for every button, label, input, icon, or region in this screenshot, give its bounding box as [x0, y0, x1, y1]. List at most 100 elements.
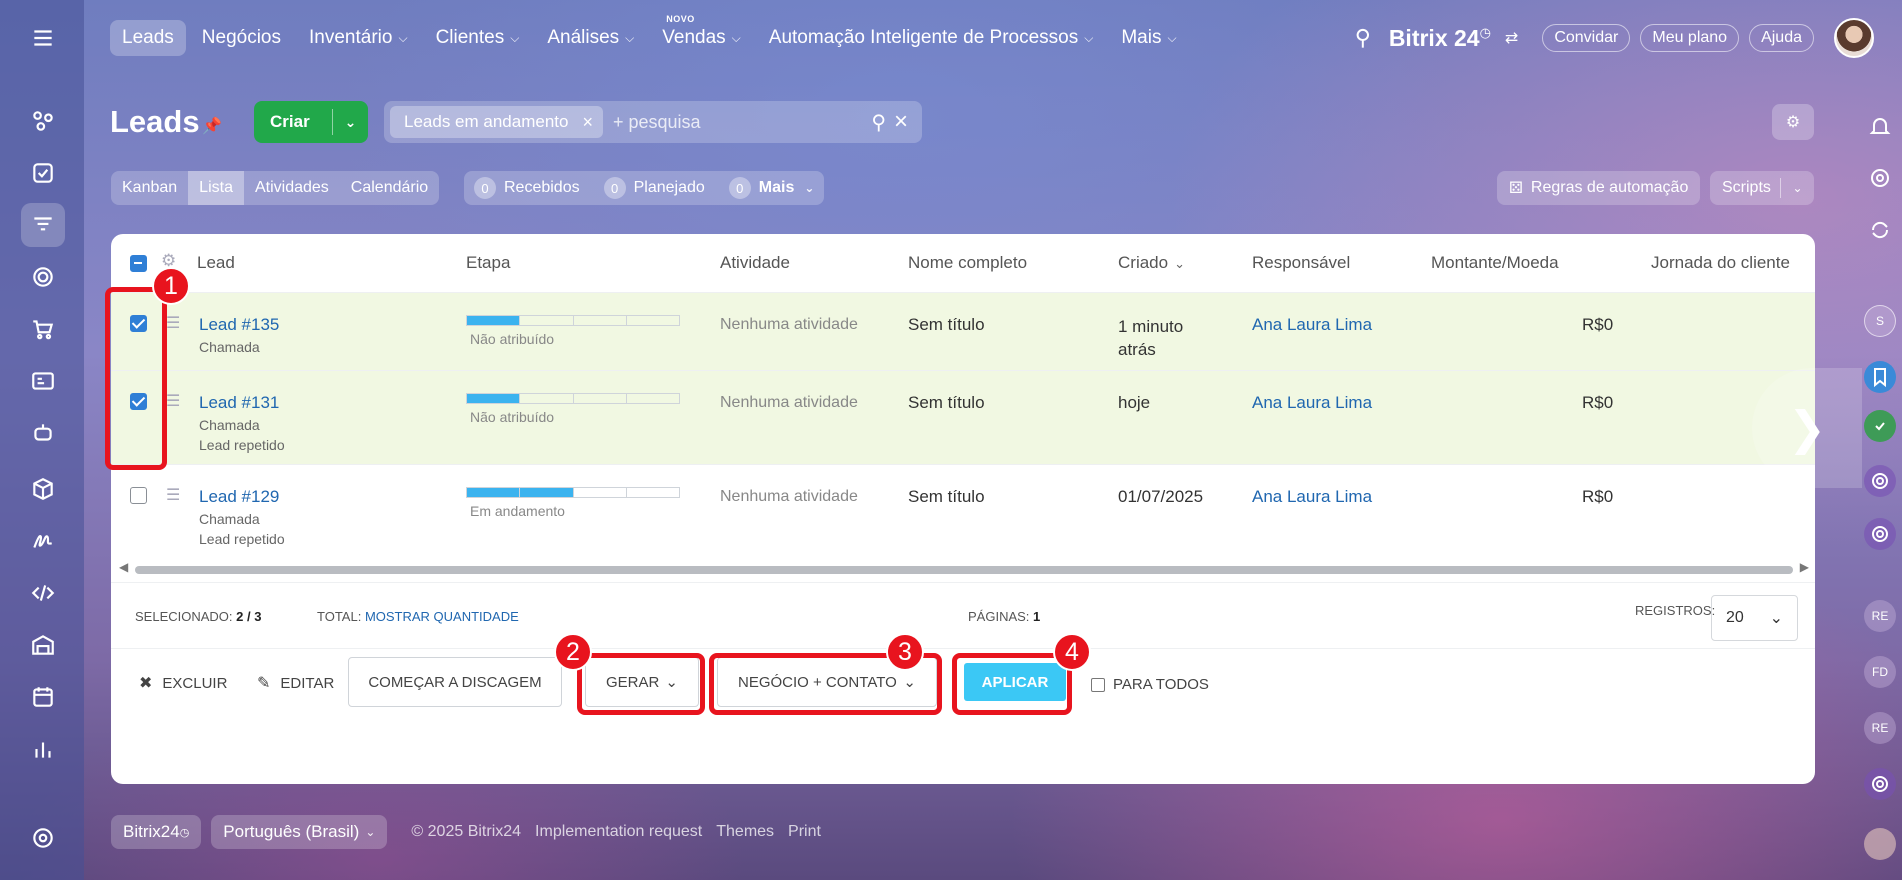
code-icon[interactable] — [21, 571, 65, 615]
search-filter-box[interactable]: Leads em andamento × + pesquisa ⚲ × — [384, 101, 922, 143]
tasks-icon[interactable] — [21, 151, 65, 195]
network-icon[interactable] — [21, 99, 65, 143]
counter-planned[interactable]: 0 Planejado — [603, 177, 705, 199]
table-row[interactable]: ☰ Lead #129 Chamada Lead repetido Em and… — [111, 464, 1815, 558]
scrollbar-thumb[interactable] — [135, 566, 1793, 574]
drag-handle-icon[interactable]: ☰ — [166, 485, 180, 505]
drag-handle-icon[interactable]: ☰ — [166, 391, 180, 411]
warehouse-icon[interactable] — [21, 623, 65, 667]
settings-gear-icon[interactable] — [21, 816, 65, 860]
print-link[interactable]: Print — [788, 823, 821, 841]
scroll-left-icon[interactable]: ◀ — [119, 560, 128, 574]
settings-gear-icon[interactable]: ⚙ — [1772, 104, 1814, 140]
search-icon[interactable]: ⚲ — [1355, 25, 1371, 51]
contact-card-icon[interactable] — [21, 359, 65, 403]
col-created[interactable]: Criado ⌄ — [1118, 253, 1185, 273]
avatar[interactable]: S — [1864, 305, 1896, 337]
spiral-icon[interactable] — [1864, 768, 1896, 800]
avatar[interactable] — [1864, 828, 1896, 860]
tab-activities[interactable]: Atividades — [244, 171, 340, 205]
counter-more[interactable]: 0 Mais ⌄ — [728, 177, 814, 199]
tab-calendar[interactable]: Calendário — [340, 171, 439, 205]
lead-link[interactable]: Lead #135 — [199, 315, 279, 335]
stage-progress[interactable] — [466, 487, 680, 498]
user-avatar[interactable] — [1834, 18, 1874, 58]
avatar[interactable]: FD — [1864, 656, 1896, 688]
target-icon[interactable] — [1864, 162, 1896, 194]
search-icon[interactable]: ⚲ — [871, 110, 886, 135]
checkbox[interactable] — [1091, 677, 1105, 692]
calendar-icon[interactable] — [21, 675, 65, 719]
lead-link[interactable]: Lead #131 — [199, 393, 285, 413]
chevron-down-icon[interactable]: ⌄ — [333, 114, 368, 131]
row-checkbox[interactable] — [130, 487, 147, 504]
activity-cell[interactable]: Nenhuma atividade — [720, 316, 858, 334]
pin-icon[interactable]: 📌 — [202, 116, 222, 136]
language-select[interactable]: Português (Brasil) ⌄ — [211, 815, 388, 849]
filter-chip[interactable]: Leads em andamento × — [390, 106, 603, 138]
chevron-down-icon[interactable]: ⌄ — [1781, 181, 1814, 195]
col-activity[interactable]: Atividade — [720, 253, 790, 273]
records-per-page-select[interactable]: 20 ⌄ — [1711, 595, 1798, 641]
nav-deals[interactable]: Negócios — [190, 20, 293, 56]
show-count-link[interactable]: MOSTRAR QUANTIDADE — [365, 609, 519, 624]
clear-icon[interactable]: × — [894, 108, 908, 136]
nav-automation[interactable]: Automação Inteligente de Processos ⌵ — [757, 20, 1106, 56]
refresh-icon[interactable] — [1864, 214, 1896, 246]
owner-link[interactable]: Ana Laura Lima — [1252, 393, 1372, 413]
signature-icon[interactable] — [21, 519, 65, 563]
create-button[interactable]: Criar ⌄ — [254, 101, 368, 143]
table-row[interactable]: ☰ Lead #135 Chamada Não atribuído Nenhum… — [111, 292, 1815, 370]
my-plan-button[interactable]: Meu plano — [1640, 24, 1740, 52]
tab-list[interactable]: Lista — [188, 171, 244, 205]
spiral-icon[interactable] — [1864, 518, 1896, 550]
tab-kanban[interactable]: Kanban — [111, 171, 188, 205]
col-full-name[interactable]: Nome completo — [908, 253, 1027, 273]
crm-filter-icon[interactable] — [21, 203, 65, 247]
drag-handle-icon[interactable]: ☰ — [166, 313, 180, 333]
nav-inventory[interactable]: Inventário ⌵ — [297, 20, 420, 56]
nav-leads[interactable]: Leads — [110, 20, 186, 56]
cart-icon[interactable] — [21, 307, 65, 351]
bookmark-icon[interactable] — [1864, 361, 1896, 393]
activity-cell[interactable]: Nenhuma atividade — [720, 488, 858, 506]
table-row[interactable]: ☰ Lead #131 Chamada Lead repetido Não at… — [111, 370, 1815, 464]
chevron-right-icon[interactable]: ❯ — [1752, 368, 1862, 488]
themes-link[interactable]: Themes — [716, 823, 774, 841]
horizontal-scrollbar[interactable]: ◀ ▶ — [119, 560, 1809, 574]
sliders-icon[interactable]: ⇄ — [1505, 28, 1518, 48]
nav-more[interactable]: Mais ⌵ — [1109, 20, 1188, 56]
box-icon[interactable] — [21, 467, 65, 511]
stage-progress[interactable] — [466, 393, 680, 404]
menu-icon[interactable] — [21, 16, 65, 60]
lead-link[interactable]: Lead #129 — [199, 487, 285, 507]
remove-filter-icon[interactable]: × — [582, 112, 593, 133]
scripts-button[interactable]: Scripts ⌄ — [1710, 171, 1814, 205]
avatar[interactable]: RE — [1864, 712, 1896, 744]
help-button[interactable]: Ajuda — [1749, 24, 1814, 52]
nav-clients[interactable]: Clientes ⌵ — [424, 20, 532, 56]
edit-button[interactable]: ✎ EDITAR — [257, 673, 334, 693]
col-lead[interactable]: Lead — [197, 253, 235, 273]
col-customer-journey[interactable]: Jornada do cliente — [1651, 253, 1790, 273]
invite-button[interactable]: Convidar — [1542, 24, 1631, 52]
for-all-checkbox[interactable]: PARA TODOS — [1091, 676, 1209, 693]
checklist-icon[interactable] — [1864, 410, 1896, 442]
robot-icon[interactable] — [21, 411, 65, 455]
owner-link[interactable]: Ana Laura Lima — [1252, 487, 1372, 507]
nav-analytics[interactable]: Análises ⌵ — [535, 20, 646, 56]
stage-progress[interactable] — [466, 315, 680, 326]
target-icon[interactable] — [21, 255, 65, 299]
owner-link[interactable]: Ana Laura Lima — [1252, 315, 1372, 335]
col-stage[interactable]: Etapa — [466, 253, 510, 273]
activity-cell[interactable]: Nenhuma atividade — [720, 394, 858, 412]
avatar[interactable]: RE — [1864, 600, 1896, 632]
automation-rules-button[interactable]: ⚄ Regras de automação — [1497, 171, 1701, 205]
bar-chart-icon[interactable] — [21, 727, 65, 771]
select-all-checkbox[interactable] — [130, 255, 147, 272]
implementation-request-link[interactable]: Implementation request — [535, 823, 702, 841]
spiral-icon[interactable] — [1864, 465, 1896, 497]
col-owner[interactable]: Responsável — [1252, 253, 1350, 273]
bitrix-chip[interactable]: Bitrix24 ◷ — [111, 815, 202, 849]
search-input[interactable]: + pesquisa — [613, 112, 871, 133]
